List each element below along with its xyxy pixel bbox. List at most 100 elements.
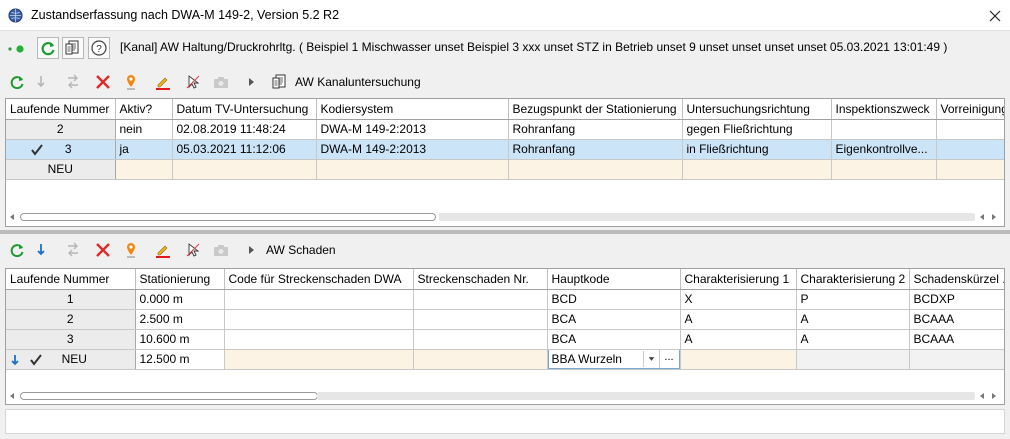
column-header[interactable]: Aktiv? (115, 99, 173, 120)
column-header[interactable]: Vorreinigung (936, 99, 1004, 120)
table-row[interactable]: 2 2.500 m BCA A A BCAAA (6, 309, 1004, 330)
table-cell[interactable]: in Fließrichtung (682, 139, 832, 160)
column-header[interactable]: Streckenschaden Nr. (413, 269, 548, 290)
table-cell[interactable] (680, 349, 797, 370)
column-header[interactable]: Inspektionszweck (831, 99, 937, 120)
scroll-left-icon[interactable] (978, 392, 986, 400)
table-cell[interactable] (316, 159, 509, 180)
document-button[interactable] (62, 37, 84, 59)
column-header[interactable]: Laufende Nummer (6, 99, 116, 120)
edit-highlight-icon[interactable] (154, 241, 172, 259)
table-cell[interactable] (831, 119, 937, 140)
column-header[interactable]: Charakterisierung 1 (680, 269, 797, 290)
row-number[interactable]: 3 (6, 329, 136, 350)
new-row-label[interactable]: NEU (6, 159, 116, 180)
hauptkode-cell[interactable]: BBA Wurzeln ... (547, 349, 681, 370)
stationierung-cell[interactable]: 12.500 m (135, 349, 225, 370)
scroll-left-icon[interactable] (8, 213, 16, 221)
table-row[interactable]: 1 0.000 m BCD X P BCDXP (6, 289, 1004, 310)
table-cell[interactable]: 05.03.2021 11:12:06 (172, 139, 317, 160)
table-cell[interactable]: A (680, 309, 797, 330)
table-cell[interactable] (224, 329, 414, 350)
insert-below-icon[interactable] (32, 241, 50, 259)
table-row[interactable]: 3 10.600 m BCA A A BCAAA (6, 329, 1004, 350)
delete-icon[interactable] (94, 73, 112, 91)
table-cell[interactable] (508, 159, 683, 180)
table-cell[interactable] (224, 309, 414, 330)
column-header[interactable]: Laufende Nummer (6, 269, 136, 290)
table-cell[interactable]: nein (115, 119, 173, 140)
table-row-selected[interactable]: 3 ja 05.03.2021 11:12:06 DWA-M 149-2:201… (6, 139, 1004, 160)
close-icon[interactable] (980, 0, 1010, 31)
table-cell[interactable] (224, 289, 414, 310)
refresh-icon[interactable] (8, 241, 26, 259)
table-cell[interactable]: 2.500 m (135, 309, 225, 330)
table-cell[interactable]: 02.08.2019 11:48:24 (172, 119, 317, 140)
column-header[interactable]: Hauptkode (547, 269, 681, 290)
table-cell[interactable]: DWA-M 149-2:2013 (316, 119, 509, 140)
table-cell[interactable]: 0.000 m (135, 289, 225, 310)
table-cell[interactable] (413, 349, 548, 370)
table-cell[interactable]: X (680, 289, 797, 310)
column-header[interactable]: Schadenskürzel ... (909, 269, 1004, 290)
table-cell[interactable] (413, 289, 548, 310)
table-cell[interactable] (831, 159, 937, 180)
table-cell[interactable] (413, 309, 548, 330)
table-cell[interactable]: gegen Fließrichtung (682, 119, 832, 140)
column-header[interactable]: Code für Streckenschaden DWA (224, 269, 414, 290)
scroll-right-icon[interactable] (990, 392, 998, 400)
horizontal-scrollbar[interactable] (6, 210, 1004, 224)
table-cell[interactable]: ja (115, 139, 173, 160)
column-header[interactable]: Datum TV-Untersuchung (172, 99, 317, 120)
table-cell[interactable] (224, 349, 414, 370)
column-header[interactable]: Stationierung (135, 269, 225, 290)
row-number[interactable]: 3 (6, 139, 116, 160)
table-cell[interactable]: Rohranfang (508, 139, 683, 160)
new-row-header[interactable]: NEU (6, 349, 136, 370)
table-cell[interactable]: BCA (547, 329, 681, 350)
scroll-left-icon[interactable] (978, 213, 986, 221)
hauptkode-combobox[interactable]: BBA Wurzeln ... (547, 349, 679, 368)
table-cell[interactable]: Eigenkontrollve... (831, 139, 937, 160)
column-header[interactable]: Bezugspunkt der Stationierung (508, 99, 683, 120)
row-number[interactable]: 2 (6, 309, 136, 330)
scrollbar-track[interactable] (439, 213, 975, 221)
table-cell[interactable] (172, 159, 317, 180)
table-cell[interactable]: Rohranfang (508, 119, 683, 140)
table-cell[interactable] (682, 159, 832, 180)
refresh-button[interactable] (37, 37, 59, 59)
table-cell[interactable]: DWA-M 149-2:2013 (316, 139, 509, 160)
pointer-edit-icon[interactable] (184, 73, 202, 91)
table-cell[interactable]: BCA (547, 309, 681, 330)
table-row[interactable]: 2 nein 02.08.2019 11:48:24 DWA-M 149-2:2… (6, 119, 1004, 140)
scroll-left-icon[interactable] (8, 392, 16, 400)
expand-arrow-icon[interactable] (242, 73, 260, 91)
help-button[interactable]: ? (88, 37, 110, 59)
more-button[interactable]: ... (658, 350, 679, 368)
table-cell[interactable] (413, 329, 548, 350)
row-number[interactable]: 1 (6, 289, 136, 310)
table-cell[interactable]: BCAAA (909, 309, 1004, 330)
splitter[interactable] (0, 230, 1010, 234)
table-cell[interactable]: BCD (547, 289, 681, 310)
table-cell[interactable] (936, 159, 1004, 180)
scrollbar-thumb[interactable] (20, 392, 318, 400)
new-row[interactable]: NEU 12.500 m BBA Wurzeln ... (6, 349, 1004, 370)
chevron-down-icon[interactable] (642, 351, 659, 367)
edit-highlight-icon[interactable] (154, 73, 172, 91)
refresh-icon[interactable] (8, 73, 26, 91)
column-header[interactable]: Untersuchungsrichtung (682, 99, 832, 120)
table-cell[interactable]: BCAAA (909, 329, 1004, 350)
horizontal-scrollbar[interactable] (6, 389, 1004, 403)
location-pin-icon[interactable] (122, 73, 140, 91)
delete-icon[interactable] (94, 241, 112, 259)
column-header[interactable]: Kodiersystem (316, 99, 509, 120)
table-cell[interactable] (936, 119, 1004, 140)
table-cell[interactable]: A (680, 329, 797, 350)
table-cell[interactable] (115, 159, 173, 180)
scrollbar-track[interactable] (317, 392, 975, 400)
column-header[interactable]: Charakterisierung 2 (796, 269, 910, 290)
scrollbar-thumb[interactable] (20, 213, 436, 221)
expand-arrow-icon[interactable] (242, 241, 260, 259)
table-cell[interactable] (936, 139, 1004, 160)
